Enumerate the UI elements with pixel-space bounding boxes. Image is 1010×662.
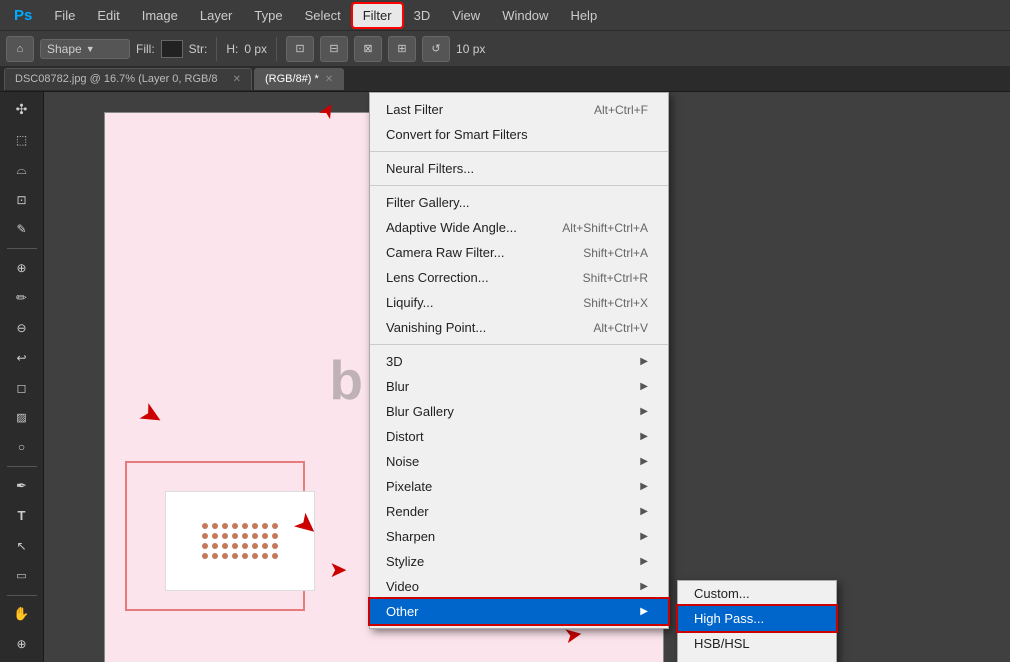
tool-eyedropper[interactable]: ✎ <box>4 215 40 243</box>
tool-shape[interactable]: ▭ <box>4 562 40 590</box>
menu-view[interactable]: View <box>442 4 490 27</box>
filter-stylize[interactable]: Stylize ▶ <box>370 549 668 574</box>
menu-type[interactable]: Type <box>244 4 292 27</box>
corner-settings[interactable]: ↺ <box>422 36 450 62</box>
menu-file[interactable]: File <box>44 4 85 27</box>
tool-eraser[interactable]: ◻ <box>4 374 40 402</box>
filter-last-filter[interactable]: Last Filter Alt+Ctrl+F <box>370 97 668 122</box>
fill-label: Fill: <box>136 42 155 56</box>
submenu-hsb-hsl[interactable]: HSB/HSL <box>678 631 836 656</box>
tool-lasso[interactable]: ⌓ <box>4 156 40 184</box>
shape-dropdown[interactable]: Shape ▼ <box>40 39 130 59</box>
fill-color[interactable] <box>161 40 183 58</box>
filter-pixelate[interactable]: Pixelate ▶ <box>370 474 668 499</box>
tool-move[interactable]: ✣ <box>4 96 40 124</box>
arrow-1: ➤ <box>133 394 170 434</box>
filter-sharpen[interactable]: Sharpen ▶ <box>370 524 668 549</box>
separator-2 <box>276 37 277 61</box>
filter-vanishing-point[interactable]: Vanishing Point... Alt+Ctrl+V <box>370 315 668 340</box>
filter-dropdown: Last Filter Alt+Ctrl+F Convert for Smart… <box>369 92 669 629</box>
tool-spot-heal[interactable]: ⊕ <box>4 254 40 282</box>
tool-divider-2 <box>7 466 37 467</box>
stroke-label: Str: <box>189 42 208 56</box>
align-btn-1[interactable]: ⊡ <box>286 36 314 62</box>
separator-1 <box>216 37 217 61</box>
menu-help[interactable]: Help <box>560 4 607 27</box>
filter-camera-raw[interactable]: Camera Raw Filter... Shift+Ctrl+A <box>370 240 668 265</box>
h-label: H: <box>226 42 238 56</box>
tab-1-info <box>224 73 227 85</box>
tool-selection[interactable]: ⬚ <box>4 126 40 154</box>
other-submenu: Custom... High Pass... HSB/HSL Maximum..… <box>677 580 837 662</box>
filter-other[interactable]: Other ▶ <box>370 599 668 624</box>
tab-1-close[interactable]: ✕ <box>233 74 241 85</box>
dropdown-arrow: ▼ <box>86 44 95 54</box>
home-button[interactable]: ⌂ <box>6 36 34 62</box>
menu-image[interactable]: Image <box>132 4 188 27</box>
left-sidebar: ✣ ⬚ ⌓ ⊡ ✎ ⊕ ✏ ⊖ ↩ ◻ ▨ ○ ✒ T ↖ ▭ ✋ ⊕ <box>0 92 44 662</box>
tool-clone[interactable]: ⊖ <box>4 314 40 342</box>
tab-2-label: (RGB/8#) * <box>265 73 319 85</box>
canvas-letter-b: b <box>329 348 363 412</box>
arrow-to-other: ➤ <box>329 557 347 583</box>
tab-1-label: DSC08782.jpg @ 16.7% (Layer 0, RGB/8 <box>15 73 218 85</box>
tool-dodge[interactable]: ○ <box>4 433 40 461</box>
menu-3d[interactable]: 3D <box>404 4 441 27</box>
tool-path-select[interactable]: ↖ <box>4 532 40 560</box>
tool-hand[interactable]: ✋ <box>4 600 40 628</box>
align-btn-4[interactable]: ⊞ <box>388 36 416 62</box>
filter-video[interactable]: Video ▶ <box>370 574 668 599</box>
filter-liquify[interactable]: Liquify... Shift+Ctrl+X <box>370 290 668 315</box>
filter-3d[interactable]: 3D ▶ <box>370 349 668 374</box>
filter-noise[interactable]: Noise ▶ <box>370 449 668 474</box>
filter-section-3: Filter Gallery... Adaptive Wide Angle...… <box>370 185 668 344</box>
toolbar: ⌂ Shape ▼ Fill: Str: H: 0 px ⊡ ⊟ ⊠ ⊞ ↺ 1… <box>0 30 1010 66</box>
tool-divider-1 <box>7 248 37 249</box>
menu-bar: Ps File Edit Image Layer Type Select Fil… <box>0 0 1010 30</box>
tool-zoom[interactable]: ⊕ <box>4 630 40 658</box>
filter-section-1: Last Filter Alt+Ctrl+F Convert for Smart… <box>370 93 668 151</box>
tool-text[interactable]: T <box>4 502 40 530</box>
tool-divider-3 <box>7 595 37 596</box>
filter-adaptive-wide[interactable]: Adaptive Wide Angle... Alt+Shift+Ctrl+A <box>370 215 668 240</box>
tool-brush[interactable]: ✏ <box>4 284 40 312</box>
filter-convert-smart[interactable]: Convert for Smart Filters <box>370 122 668 147</box>
main-area: ✣ ⬚ ⌓ ⊡ ✎ ⊕ ✏ ⊖ ↩ ◻ ▨ ○ ✒ T ↖ ▭ ✋ ⊕ <box>0 92 1010 662</box>
filter-blur[interactable]: Blur ▶ <box>370 374 668 399</box>
inner-box <box>165 491 315 591</box>
tabs-bar: DSC08782.jpg @ 16.7% (Layer 0, RGB/8 ✕ (… <box>0 66 1010 92</box>
tool-crop[interactable]: ⊡ <box>4 186 40 214</box>
menu-filter[interactable]: Filter <box>353 4 402 27</box>
app-icon[interactable]: Ps <box>4 3 42 28</box>
tool-gradient[interactable]: ▨ <box>4 403 40 431</box>
submenu-custom[interactable]: Custom... <box>678 581 836 606</box>
filter-neural[interactable]: Neural Filters... <box>370 156 668 181</box>
canvas-area: T độ nét cho otoshop C b <box>44 92 1010 662</box>
menu-window[interactable]: Window <box>492 4 558 27</box>
h-value: 0 px <box>244 42 267 56</box>
filter-gallery[interactable]: Filter Gallery... <box>370 190 668 215</box>
tab-2[interactable]: (RGB/8#) * ✕ <box>254 68 344 90</box>
align-btn-2[interactable]: ⊟ <box>320 36 348 62</box>
menu-select[interactable]: Select <box>295 4 351 27</box>
menu-edit[interactable]: Edit <box>87 4 129 27</box>
align-btn-3[interactable]: ⊠ <box>354 36 382 62</box>
filter-render[interactable]: Render ▶ <box>370 499 668 524</box>
submenu-high-pass[interactable]: High Pass... <box>678 606 836 631</box>
submenu-maximum[interactable]: Maximum... <box>678 656 836 662</box>
filter-distort[interactable]: Distort ▶ <box>370 424 668 449</box>
tool-pen[interactable]: ✒ <box>4 472 40 500</box>
filter-blur-gallery[interactable]: Blur Gallery ▶ <box>370 399 668 424</box>
filter-section-4: 3D ▶ Blur ▶ Blur Gallery ▶ Distort ▶ Noi… <box>370 344 668 628</box>
filter-section-2: Neural Filters... <box>370 151 668 185</box>
filter-lens-correction[interactable]: Lens Correction... Shift+Ctrl+R <box>370 265 668 290</box>
corner-value: 10 px <box>456 42 485 56</box>
shape-label: Shape <box>47 42 82 56</box>
tab-1[interactable]: DSC08782.jpg @ 16.7% (Layer 0, RGB/8 ✕ <box>4 68 252 90</box>
tab-2-close[interactable]: ✕ <box>325 74 333 85</box>
tool-history[interactable]: ↩ <box>4 344 40 372</box>
menu-layer[interactable]: Layer <box>190 4 243 27</box>
